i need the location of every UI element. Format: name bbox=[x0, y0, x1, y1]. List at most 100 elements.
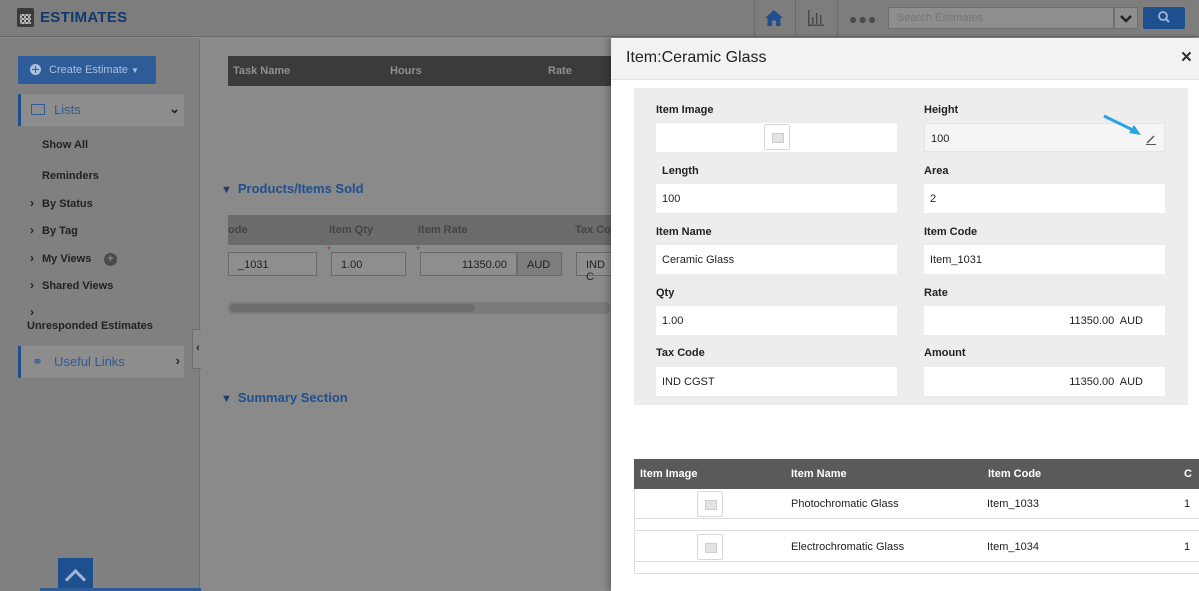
column-header-item-name: Item Name bbox=[791, 468, 847, 480]
divider bbox=[754, 0, 755, 37]
search-input[interactable] bbox=[888, 7, 1114, 29]
sidebar-item-unresponded-estimates[interactable]: Unresponded Estimates bbox=[27, 320, 153, 332]
area-label: Area bbox=[924, 165, 949, 177]
edit-pencil-icon[interactable] bbox=[1144, 132, 1158, 146]
link-icon: ⚭ bbox=[32, 354, 43, 369]
plus-circle-icon bbox=[30, 64, 41, 75]
column-header-rate: Rate bbox=[548, 65, 572, 77]
amount-label: Amount bbox=[924, 347, 966, 359]
sidebar-item-my-views[interactable]: My Views bbox=[42, 253, 91, 265]
amount-field[interactable]: 11350.00 AUD bbox=[924, 367, 1165, 396]
tax-code-field[interactable]: IND CGST bbox=[656, 367, 897, 396]
column-header-tax-code: Tax Co bbox=[575, 224, 611, 236]
row-item-name: Photochromatic Glass bbox=[791, 498, 899, 510]
qty-label: Qty bbox=[656, 287, 675, 299]
chevron-down-icon bbox=[1120, 15, 1132, 23]
item-form: Item Image Height 100 Length 100 Area 2 … bbox=[634, 88, 1188, 405]
sidebar-lists-header[interactable]: Lists ⌄ bbox=[18, 94, 184, 126]
length-label: Length bbox=[662, 165, 699, 177]
create-estimate-button[interactable]: Create Estimate ▼ bbox=[18, 56, 156, 84]
item-rate-cell[interactable]: 11350.00 bbox=[420, 252, 517, 276]
chevron-right-icon[interactable]: › bbox=[30, 223, 34, 237]
reports-chart-icon[interactable] bbox=[806, 8, 826, 28]
more-options-icon[interactable]: ●●● bbox=[849, 12, 877, 26]
horizontal-scrollbar[interactable] bbox=[228, 302, 611, 314]
caret-down-icon: ▼ bbox=[130, 66, 139, 75]
item-image-label: Item Image bbox=[656, 104, 714, 116]
pointer-arrow-icon bbox=[1103, 114, 1141, 135]
row-spacer bbox=[634, 519, 1199, 531]
panel-header: Item:Ceramic Glass × bbox=[611, 38, 1199, 80]
divider bbox=[837, 0, 838, 37]
calculator-icon bbox=[17, 8, 34, 27]
search-button[interactable] bbox=[1143, 7, 1185, 29]
sidebar-useful-links[interactable]: ⚭ Useful Links › bbox=[18, 346, 184, 378]
create-estimate-label: Create Estimate bbox=[49, 64, 128, 76]
row-item-code: Item_1033 bbox=[987, 498, 1039, 510]
column-header-item-rate: Item Rate bbox=[418, 224, 468, 236]
sidebar: Create Estimate ▼ Lists ⌄ Show All Remin… bbox=[0, 38, 200, 591]
chevron-right-icon[interactable]: › bbox=[30, 305, 34, 319]
main-content: Task Name Hours Rate ▼ Products/Items Sol… bbox=[201, 38, 611, 591]
chevron-right-icon[interactable]: › bbox=[30, 196, 34, 210]
summary-section-title[interactable]: ▼ Summary Section bbox=[221, 390, 348, 405]
add-view-icon[interactable]: + bbox=[104, 253, 117, 266]
row-spacer bbox=[634, 562, 1199, 574]
column-header-extra: C bbox=[1184, 468, 1192, 480]
tax-code-label: Tax Code bbox=[656, 347, 705, 359]
item-detail-panel: Item:Ceramic Glass × Item Image Height 1… bbox=[611, 38, 1199, 591]
sidebar-item-by-tag[interactable]: By Tag bbox=[42, 225, 78, 237]
column-header-item-code: Item Code bbox=[988, 468, 1042, 480]
length-field[interactable]: 100 bbox=[656, 184, 897, 213]
row-item-name: Electrochromatic Glass bbox=[791, 541, 905, 553]
panel-title: Item:Ceramic Glass bbox=[626, 49, 767, 66]
item-name-label: Item Name bbox=[656, 226, 712, 238]
sidebar-item-shared-views[interactable]: Shared Views bbox=[42, 280, 113, 292]
useful-links-label: Useful Links bbox=[54, 354, 125, 369]
items-table-header: ode Item Qty Item Rate Tax Co bbox=[228, 215, 611, 245]
row-item-code: Item_1034 bbox=[987, 541, 1039, 553]
divider bbox=[795, 0, 796, 37]
chevron-right-icon[interactable]: › bbox=[30, 251, 34, 265]
search-dropdown-button[interactable] bbox=[1114, 7, 1138, 29]
row-extra: 1 bbox=[1184, 498, 1191, 510]
search-icon bbox=[1158, 11, 1170, 23]
column-header-item-qty: Item Qty bbox=[329, 224, 374, 236]
table-row[interactable]: Photochromatic Glass Item_1033 1 bbox=[634, 489, 1199, 519]
tax-code-cell[interactable]: IND C bbox=[576, 252, 611, 283]
products-section-label: Products/Items Sold bbox=[237, 181, 364, 196]
sidebar-item-show-all[interactable]: Show All bbox=[42, 139, 88, 151]
qty-field[interactable]: 1.00 bbox=[656, 306, 897, 335]
height-label: Height bbox=[924, 104, 959, 116]
column-header-item-image: Item Image bbox=[640, 468, 698, 480]
chevron-right-icon[interactable]: › bbox=[30, 278, 34, 292]
task-table-header: Task Name Hours Rate bbox=[228, 56, 611, 86]
summary-section-label: Summary Section bbox=[237, 390, 348, 405]
table-row[interactable]: Electrochromatic Glass Item_1034 1 bbox=[634, 532, 1199, 562]
sidebar-item-reminders[interactable]: Reminders bbox=[42, 170, 99, 182]
item-qty-cell[interactable]: 1.00 bbox=[331, 252, 406, 276]
home-icon[interactable] bbox=[764, 8, 784, 28]
rate-label: Rate bbox=[924, 287, 948, 299]
chevron-down-icon: ⌄ bbox=[169, 101, 180, 116]
column-header-code: ode bbox=[228, 224, 248, 236]
item-image-field[interactable] bbox=[656, 123, 897, 152]
item-code-cell[interactable]: _1031 bbox=[228, 252, 317, 276]
currency-cell: AUD bbox=[517, 252, 562, 276]
chevron-down-icon: ▼ bbox=[221, 184, 232, 196]
scrollbar-thumb[interactable] bbox=[230, 304, 475, 312]
scroll-to-top-button[interactable] bbox=[58, 558, 93, 591]
image-placeholder-icon bbox=[764, 124, 790, 150]
products-section-title[interactable]: ▼ Products/Items Sold bbox=[221, 181, 364, 196]
sidebar-item-by-status[interactable]: By Status bbox=[42, 198, 93, 210]
rate-field[interactable]: 11350.00 AUD bbox=[924, 306, 1165, 335]
image-placeholder-icon bbox=[697, 491, 723, 517]
close-icon[interactable]: × bbox=[1181, 47, 1192, 69]
area-field[interactable]: 2 bbox=[924, 184, 1165, 213]
item-name-field[interactable]: Ceramic Glass bbox=[656, 245, 897, 274]
related-items-table-header: Item Image Item Name Item Code C bbox=[634, 459, 1199, 489]
app-title: ESTIMATES bbox=[40, 9, 128, 26]
row-extra: 1 bbox=[1184, 541, 1191, 553]
item-code-field[interactable]: Item_1031 bbox=[924, 245, 1165, 274]
column-header-hours: Hours bbox=[390, 65, 422, 77]
